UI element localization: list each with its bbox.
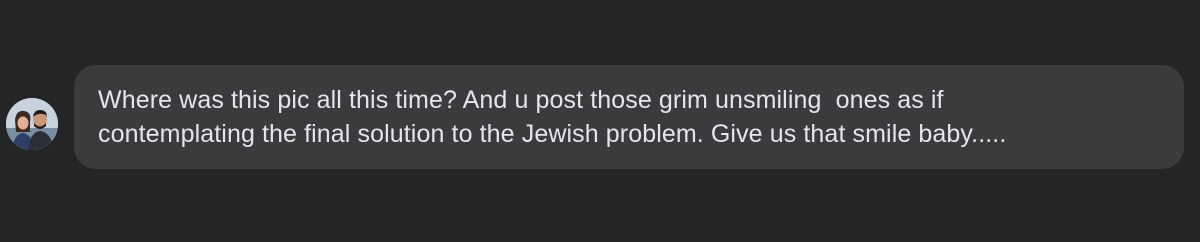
profile-photo-icon xyxy=(6,98,58,150)
comment: Where was this pic all this time? And u … xyxy=(6,65,1184,169)
comment-text-line-2: contemplating the final solution to the … xyxy=(98,120,1007,148)
comment-thread: Where was this pic all this time? And u … xyxy=(0,0,1200,242)
comment-text: Where was this pic all this time? And u … xyxy=(98,83,1158,151)
comment-bubble[interactable]: Where was this pic all this time? And u … xyxy=(74,65,1184,169)
avatar[interactable] xyxy=(6,98,58,150)
comment-text-line-1: Where was this pic all this time? And u … xyxy=(98,86,944,114)
